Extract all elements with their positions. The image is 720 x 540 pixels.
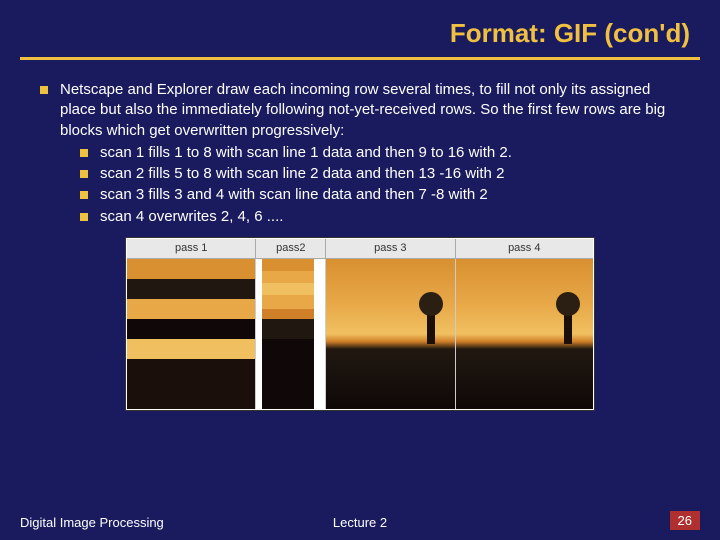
pass-label-4: pass 4 bbox=[456, 239, 593, 258]
footer-left: Digital Image Processing bbox=[20, 515, 164, 530]
sub-bullet: scan 4 overwrites 2, 4, 6 .... bbox=[80, 207, 680, 227]
sub-bullet-list: scan 1 fills 1 to 8 with scan line 1 dat… bbox=[80, 143, 680, 227]
title-divider bbox=[20, 57, 700, 60]
pass-label-row: pass 1 pass2 pass 3 pass 4 bbox=[127, 239, 593, 259]
sub-bullet: scan 2 fills 5 to 8 with scan line 2 dat… bbox=[80, 164, 680, 184]
sub-bullet: scan 3 fills 3 and 4 with scan line data… bbox=[80, 185, 680, 205]
footer: Digital Image Processing Lecture 2 26 bbox=[0, 511, 720, 530]
pass-image-2 bbox=[256, 259, 326, 409]
sub-bullet-text: scan 2 fills 5 to 8 with scan line 2 dat… bbox=[100, 164, 680, 184]
pass-image-3 bbox=[326, 259, 455, 409]
sub-bullet-text: scan 1 fills 1 to 8 with scan line 1 dat… bbox=[100, 143, 680, 163]
slide-number: 26 bbox=[670, 511, 700, 530]
pass-image-4 bbox=[456, 259, 593, 409]
main-bullet-text: Netscape and Explorer draw each incoming… bbox=[60, 80, 680, 141]
pass-image-1 bbox=[127, 259, 256, 409]
slide-title: Format: GIF (con'd) bbox=[30, 18, 690, 49]
pass-label-1: pass 1 bbox=[127, 239, 256, 258]
interlace-figure: pass 1 pass2 pass 3 pass 4 bbox=[125, 237, 595, 411]
sub-bullet: scan 1 fills 1 to 8 with scan line 1 dat… bbox=[80, 143, 680, 163]
main-bullet: Netscape and Explorer draw each incoming… bbox=[40, 80, 680, 141]
bullet-icon bbox=[80, 149, 88, 157]
pass-image-row bbox=[127, 259, 593, 409]
pass-label-2: pass2 bbox=[256, 239, 326, 258]
bullet-icon bbox=[80, 170, 88, 178]
footer-center: Lecture 2 bbox=[333, 515, 387, 530]
pass-label-3: pass 3 bbox=[326, 239, 455, 258]
bullet-icon bbox=[40, 86, 48, 94]
sub-bullet-text: scan 3 fills 3 and 4 with scan line data… bbox=[100, 185, 680, 205]
content-area: Netscape and Explorer draw each incoming… bbox=[0, 80, 720, 411]
sub-bullet-text: scan 4 overwrites 2, 4, 6 .... bbox=[100, 207, 680, 227]
title-area: Format: GIF (con'd) bbox=[0, 0, 720, 57]
bullet-icon bbox=[80, 213, 88, 221]
bullet-icon bbox=[80, 191, 88, 199]
